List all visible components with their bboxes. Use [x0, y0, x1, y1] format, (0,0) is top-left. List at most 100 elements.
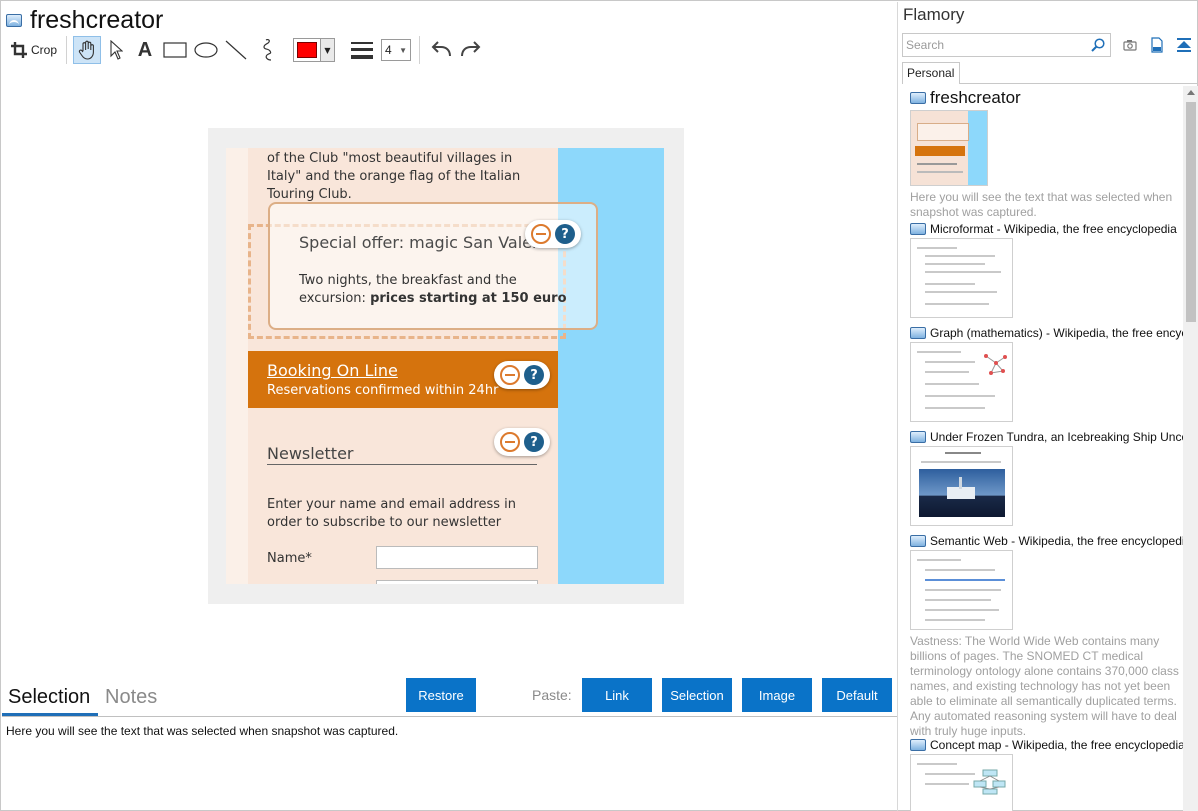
- sidebar-scrollbar[interactable]: [1183, 86, 1198, 811]
- hand-icon: [78, 40, 96, 60]
- scrollbar-thumb[interactable]: [1186, 102, 1196, 322]
- paste-image-button[interactable]: Image: [742, 678, 812, 712]
- list-item-title: Concept map - Wikipedia, the free encycl…: [930, 738, 1183, 752]
- editor-toolbar: Crop A ▼ 4 ▼: [8, 35, 486, 65]
- app-window: freshcreator Crop A ▼ 4 ▼ of the Club "m…: [0, 0, 1198, 811]
- list-item[interactable]: Concept map - Wikipedia, the free encycl…: [910, 738, 1183, 811]
- booking-subtitle: Reservations confirmed within 24hr: [267, 383, 499, 398]
- help-icon[interactable]: ?: [524, 365, 544, 385]
- tab-personal[interactable]: Personal: [902, 62, 960, 84]
- snapshot-icon: [910, 739, 926, 751]
- snapshot-list: freshcreator Here you will see the text …: [898, 86, 1183, 811]
- freehand-tool-button[interactable]: [251, 36, 281, 64]
- list-item[interactable]: Under Frozen Tundra, an Icebreaking Ship…: [910, 430, 1183, 526]
- thumbnail-text-line: [925, 589, 1001, 591]
- list-item-header: Under Frozen Tundra, an Icebreaking Ship…: [910, 430, 1183, 444]
- help-icon[interactable]: ?: [555, 224, 575, 244]
- snapshot-canvas[interactable]: of the Club "most beautiful villages in …: [208, 128, 684, 604]
- offer-body: Two nights, the breakfast and the excurs…: [299, 272, 567, 308]
- pointer-arrow-icon: [109, 40, 123, 60]
- search-icon[interactable]: [1091, 38, 1105, 55]
- redo-button[interactable]: [456, 36, 486, 64]
- line-tool-button[interactable]: [221, 36, 251, 64]
- tab-selection[interactable]: Selection: [8, 686, 90, 709]
- thumbnail-text-line: [917, 247, 957, 249]
- document-icon[interactable]: [1147, 35, 1167, 55]
- redo-icon: [460, 41, 482, 59]
- text-tool-icon: A: [137, 38, 153, 61]
- select-tool-button[interactable]: [101, 36, 131, 64]
- camera-icon[interactable]: [1120, 35, 1140, 55]
- thumbnail-text-block: [917, 123, 969, 141]
- thumbnail-text-line: [921, 461, 1001, 463]
- selection-text[interactable]: Here you will see the text that was sele…: [6, 724, 398, 738]
- list-item-header: Graph (mathematics) - Wikipedia, the fre…: [910, 326, 1183, 340]
- newsletter-divider: [267, 464, 537, 465]
- list-item[interactable]: Semantic Web - Wikipedia, the free encyc…: [910, 534, 1183, 739]
- rectangle-tool-button[interactable]: [159, 36, 191, 64]
- intro-line: of the Club "most beautiful villages in: [267, 151, 513, 166]
- paste-label: Paste:: [532, 687, 572, 703]
- hand-tool-button[interactable]: [73, 36, 101, 64]
- crop-icon: [10, 42, 27, 58]
- offer-widget-controls: ?: [525, 220, 581, 248]
- list-item-title: Microformat - Wikipedia, the free encycl…: [930, 222, 1177, 236]
- undo-button[interactable]: [426, 36, 456, 64]
- line-width-button[interactable]: [347, 36, 377, 64]
- color-picker[interactable]: ▼: [293, 38, 335, 62]
- paste-default-button[interactable]: Default: [822, 678, 892, 712]
- thumbnail-text-line: [917, 163, 957, 165]
- name-field: [376, 546, 538, 569]
- thumbnail-text-line: [917, 171, 963, 173]
- crop-button[interactable]: Crop: [8, 36, 60, 64]
- line-width-select[interactable]: 4 ▼: [381, 39, 411, 61]
- thumbnail-text-line: [925, 619, 985, 621]
- minus-circle-icon[interactable]: [500, 365, 520, 385]
- thumbnail-text-line: [925, 303, 989, 305]
- offer-line: excursion: prices starting at 150 euro: [299, 290, 567, 308]
- ellipse-tool-button[interactable]: [191, 36, 221, 64]
- search-input[interactable]: Search: [902, 33, 1111, 57]
- newsletter-line: order to subscribe to our newsletter: [267, 515, 502, 530]
- list-item-title: Under Frozen Tundra, an Icebreaking Ship…: [930, 430, 1183, 444]
- active-tab-indicator: [2, 713, 98, 716]
- offer-price: prices starting at 150 euro: [370, 291, 567, 306]
- scroll-up-icon[interactable]: [1187, 90, 1195, 95]
- paste-link-button[interactable]: Link: [582, 678, 652, 712]
- line-width-value: 4: [385, 43, 392, 57]
- list-item-title: Graph (mathematics) - Wikipedia, the fre…: [930, 326, 1183, 340]
- list-item[interactable]: freshcreator Here you will see the text …: [910, 88, 1183, 220]
- collapse-up-icon[interactable]: [1174, 35, 1194, 55]
- thumbnail-text-line: [925, 407, 985, 409]
- thumbnail-text-line: [925, 255, 995, 257]
- thumbnail-highlight: [925, 579, 1005, 581]
- restore-button[interactable]: Restore: [406, 678, 476, 712]
- snapshot-thumbnail: [910, 342, 1013, 422]
- list-item[interactable]: Microformat - Wikipedia, the free encycl…: [910, 222, 1183, 318]
- snapshot-thumbnail: [910, 110, 988, 186]
- list-item[interactable]: Graph (mathematics) - Wikipedia, the fre…: [910, 326, 1183, 422]
- minus-circle-icon[interactable]: [531, 224, 551, 244]
- minus-circle-icon[interactable]: [500, 432, 520, 452]
- snapshot-icon: [910, 223, 926, 235]
- thumbnail-text-line: [925, 783, 969, 785]
- flamory-sidebar: Flamory Search Personal freshcreator Her…: [897, 2, 1198, 811]
- thumbnail-ship-mast: [959, 477, 962, 489]
- toolbar-divider: [419, 36, 420, 64]
- tab-notes[interactable]: Notes: [105, 686, 157, 709]
- page-margin-strip: [226, 148, 248, 584]
- thumbnail-text-line: [917, 763, 957, 765]
- tab-divider: [960, 83, 1198, 84]
- offer-title: Special offer: magic San Valen: [299, 233, 543, 252]
- thumbnail-text-line: [917, 351, 961, 353]
- thumbnail-ship-photo: [919, 469, 1005, 517]
- help-icon[interactable]: ?: [524, 432, 544, 452]
- paste-selection-button[interactable]: Selection: [662, 678, 732, 712]
- sidebar-title: Flamory: [903, 5, 965, 24]
- newsletter-title: Newsletter: [267, 444, 354, 463]
- thumbnail-text-line: [925, 569, 995, 571]
- text-tool-button[interactable]: A: [131, 36, 159, 64]
- line-icon: [225, 40, 247, 60]
- list-item-title: Semantic Web - Wikipedia, the free encyc…: [930, 534, 1183, 548]
- thumbnail-banner: [915, 146, 965, 156]
